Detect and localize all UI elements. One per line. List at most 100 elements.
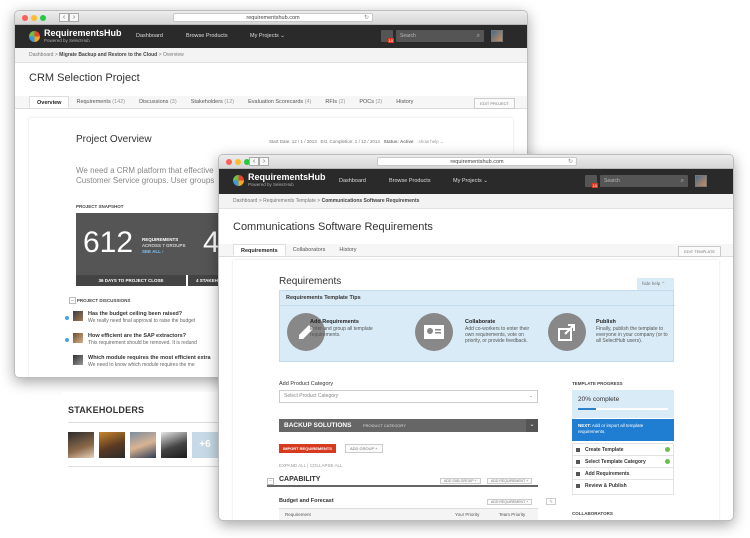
add-group-button[interactable]: ADD GROUP +: [345, 444, 383, 453]
address-bar[interactable]: requirementshub.com ↻: [173, 13, 373, 22]
hide-help-button[interactable]: hide help ⌃: [637, 278, 674, 290]
nav-my-projects[interactable]: My Projects ⌄: [250, 33, 285, 39]
chevron-down-icon[interactable]: ⌄: [526, 419, 538, 432]
completion-date: Est. Completion: 1 / 12 / 2014: [320, 139, 380, 144]
edit-icon[interactable]: ✎: [546, 498, 556, 505]
collapse-all-link[interactable]: COLLAPSE ALL: [310, 463, 343, 468]
step-create-template[interactable]: Create Template: [573, 444, 674, 456]
see-all-link[interactable]: SEE ALL ›: [142, 249, 164, 254]
edit-project-button[interactable]: EDIT PROJECT: [474, 98, 515, 109]
step-label: Add Requirements: [585, 471, 630, 477]
collaborators-label: COLLABORATORS: [572, 511, 613, 516]
tab-history[interactable]: History: [332, 244, 363, 256]
breadcrumb-dashboard[interactable]: Dashboard: [233, 198, 257, 204]
back-arrow-icon[interactable]: ‹: [249, 157, 259, 166]
edit-template-button[interactable]: EDIT TEMPLATE: [678, 246, 721, 257]
user-avatar[interactable]: [695, 175, 707, 187]
column-header[interactable]: Your Priority: [455, 512, 479, 517]
collapse-icon[interactable]: −: [69, 297, 76, 304]
search-icon[interactable]: ⌕: [681, 175, 684, 187]
more-stakeholders-badge[interactable]: +6: [192, 432, 218, 458]
tab-evaluation-scorecards[interactable]: Evaluation Scorecards (4): [241, 96, 318, 108]
expand-all-link[interactable]: EXPAND ALL: [279, 463, 306, 468]
unread-dot-icon: [65, 338, 69, 342]
tab-pocs[interactable]: POCs (2): [352, 96, 389, 108]
reload-icon[interactable]: ↻: [568, 158, 573, 166]
tab-stakeholders[interactable]: Stakeholders (12): [184, 96, 241, 108]
import-requirements-button[interactable]: IMPORT REQUIREMENTS: [279, 444, 336, 453]
tip-title: Publish: [596, 319, 616, 325]
search-input[interactable]: Search ⌕: [396, 30, 484, 42]
add-group-label: ADD GROUP: [350, 446, 375, 451]
nav-my-projects[interactable]: My Projects ⌄: [453, 178, 488, 184]
days-to-close: 36 DAYS TO PROJECT CLOSE: [76, 275, 186, 286]
avatar[interactable]: [68, 432, 94, 458]
add-subgroup-button[interactable]: ADD SUB-GROUP +: [440, 478, 481, 484]
breadcrumb-project[interactable]: Migrate Backup and Restore to the Cloud: [59, 52, 157, 58]
close-dot[interactable]: [22, 15, 28, 21]
collapse-icon[interactable]: −: [267, 478, 274, 485]
user-avatar[interactable]: [491, 30, 503, 42]
chevron-down-icon: ⌄: [528, 393, 533, 399]
category-bar[interactable]: BACKUP SOLUTIONS PRODUCT CATEGORY ⌄: [279, 419, 538, 432]
tab-requirements[interactable]: Requirements: [233, 244, 286, 256]
search-icon[interactable]: ⌕: [477, 30, 480, 42]
nav-dashboard[interactable]: Dashboard: [339, 178, 366, 184]
logo-subtitle: Powered by SelectHub: [248, 182, 294, 187]
tab-requirements[interactable]: Requirements (142): [69, 96, 132, 108]
zoom-dot[interactable]: [40, 15, 46, 21]
close-dot[interactable]: [226, 159, 232, 165]
step-add-requirements[interactable]: Add Requirements: [573, 468, 674, 480]
tab-history[interactable]: History: [389, 96, 420, 108]
capability-group: − CAPABILITY ADD SUB-GROUP + ADD REQUIRE…: [267, 475, 538, 487]
notifications-icon[interactable]: 10: [381, 30, 394, 43]
tab-collaborators[interactable]: Collaborators: [286, 244, 333, 256]
logo[interactable]: RequirementsHub Powered by SelectHub: [29, 29, 122, 43]
nav-dashboard[interactable]: Dashboard: [136, 33, 163, 39]
breadcrumb-current: Overview: [162, 52, 184, 58]
project-description: We need a CRM platform that effective Cu…: [76, 166, 215, 185]
breadcrumb-dashboard[interactable]: Dashboard: [29, 52, 53, 58]
minimize-dot[interactable]: [235, 159, 241, 165]
nav-browse-products[interactable]: Browse Products: [186, 33, 228, 39]
search-input[interactable]: Search ⌕: [600, 175, 688, 187]
forward-arrow-icon[interactable]: ›: [69, 13, 79, 22]
logo[interactable]: RequirementsHub Powered by SelectHub: [233, 173, 326, 187]
avatar[interactable]: [161, 432, 187, 458]
requirements-count: 612: [83, 226, 134, 259]
back-arrow-icon[interactable]: ‹: [59, 13, 69, 22]
discussion-body: We really need final approval to raise t…: [88, 318, 196, 324]
discussion-title: Which module requires the most efficient…: [88, 355, 211, 361]
address-bar[interactable]: requirementshub.com ↻: [377, 157, 577, 166]
budget-subgroup-title: Budget and Forecast: [279, 498, 334, 504]
nav-browse-products[interactable]: Browse Products: [389, 178, 431, 184]
tab-overview[interactable]: Overview: [29, 96, 70, 108]
show-help-link[interactable]: show help: [418, 139, 438, 144]
app-header: RequirementsHub Powered by SelectHub Das…: [219, 169, 733, 194]
breadcrumb-template[interactable]: Requirements Template: [263, 198, 316, 204]
add-requirement-button[interactable]: ADD REQUIREMENT +: [487, 499, 533, 505]
column-header[interactable]: Requirement: [285, 512, 311, 517]
tab-rfis[interactable]: RFIs (2): [318, 96, 352, 108]
product-category-select[interactable]: Select Product Category ⌄: [279, 390, 538, 403]
tab-label: Requirements: [76, 99, 111, 105]
column-header[interactable]: Team Priority: [499, 512, 525, 517]
reload-icon[interactable]: ↻: [364, 14, 369, 22]
minimize-dot[interactable]: [31, 15, 37, 21]
add-requirement-button[interactable]: ADD REQUIREMENT +: [487, 478, 533, 484]
step-review-publish[interactable]: Review & Publish: [573, 480, 674, 492]
step-bullet-icon: [576, 484, 580, 488]
next-step-callout[interactable]: NEXT: Add or import all template require…: [572, 419, 674, 441]
logo-title: RequirementsHub: [248, 172, 326, 182]
breadcrumb: Dashboard > Requirements Template > Comm…: [219, 194, 733, 209]
chevron-up-icon: ⌃: [661, 281, 666, 286]
avatar[interactable]: [130, 432, 156, 458]
tab-label: Stakeholders: [190, 99, 223, 105]
tab-discussions[interactable]: Discussions (3): [132, 96, 184, 108]
notifications-icon[interactable]: 10: [585, 175, 598, 188]
add-category-label: Add Product Category: [279, 381, 334, 387]
step-select-category[interactable]: Select Template Category: [573, 456, 674, 468]
forward-arrow-icon[interactable]: ›: [259, 157, 269, 166]
window-controls: [226, 159, 250, 165]
avatar[interactable]: [99, 432, 125, 458]
